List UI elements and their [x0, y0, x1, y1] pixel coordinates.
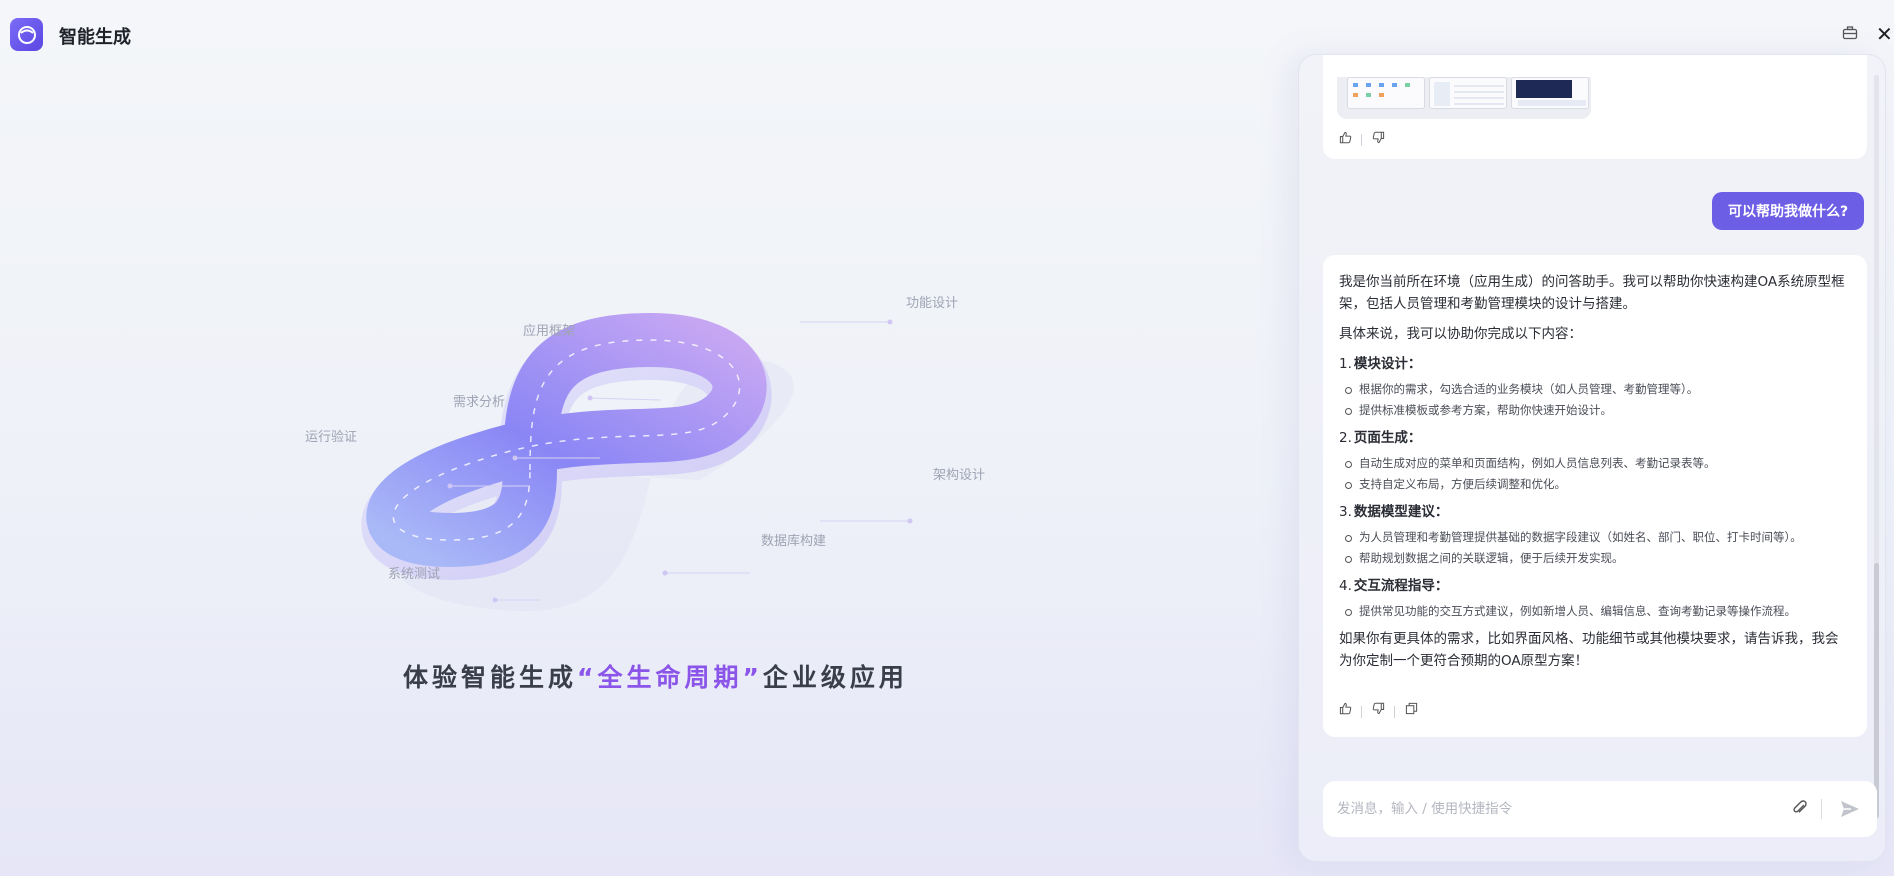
- answer-intro: 我是你当前所在环境（应用生成）的问答助手。我可以帮助你快速构建OA系统原型框架，…: [1339, 274, 1845, 312]
- copy-icon[interactable]: [1403, 701, 1419, 723]
- divider: [1361, 706, 1362, 718]
- list-item: 支持自定义布局，方便后续调整和优化。: [1345, 474, 1851, 495]
- list-item: 自动生成对应的菜单和页面结构，例如人员信息列表、考勤记录表等。: [1345, 453, 1851, 474]
- preview-thumbnails: [1337, 77, 1591, 119]
- message-input[interactable]: [1337, 795, 1777, 823]
- hero-title-prefix: 体验智能生成: [403, 663, 578, 692]
- scrollbar-thumb[interactable]: [1874, 563, 1879, 818]
- list-item: 提供标准模板或参考方案，帮助你快速开始设计。: [1345, 400, 1851, 421]
- hero-title-suffix: 企业级应用: [762, 663, 908, 692]
- app-title: 智能生成: [59, 27, 131, 48]
- paperclip-icon[interactable]: [1791, 799, 1809, 817]
- hero-section: 应用框架 功能设计 需求分析 运行验证 架构设计 数据库构建 系统测试 体验智能…: [0, 70, 1290, 876]
- preview-thumbnail[interactable]: [1511, 77, 1589, 109]
- thumbs-up-icon[interactable]: [1337, 701, 1353, 723]
- preview-thumbnail[interactable]: [1429, 77, 1507, 109]
- feedback-bar: [1337, 701, 1419, 723]
- section-heading: 3. 数据模型建议：: [1339, 504, 1449, 520]
- section-list: 提供常见功能的交互方式建议，例如新增人员、编辑信息、查询考勤记录等操作流程。: [1339, 601, 1851, 622]
- stage-label-run-validation: 运行验证: [305, 430, 358, 445]
- divider: [1361, 133, 1362, 146]
- divider: [1821, 799, 1822, 819]
- list-item: 提供常见功能的交互方式建议，例如新增人员、编辑信息、查询考勤记录等操作流程。: [1345, 601, 1851, 622]
- section-heading: 4. 交互流程指导：: [1339, 578, 1449, 594]
- toolbox-icon[interactable]: [1842, 25, 1860, 43]
- stage-label-system-test: 系统测试: [388, 567, 441, 582]
- stage-label-database-build: 数据库构建: [761, 534, 827, 549]
- section-list: 为人员管理和考勤管理提供基础的数据字段建议（如姓名、部门、职位、打卡时间等）。 …: [1339, 527, 1851, 569]
- close-icon[interactable]: ✕: [1876, 24, 1894, 44]
- stage-label-app-framework: 应用框架: [523, 324, 576, 339]
- app-logo-icon: [10, 18, 43, 51]
- section-list: 自动生成对应的菜单和页面结构，例如人员信息列表、考勤记录表等。 支持自定义布局，…: [1339, 453, 1851, 495]
- stage-label-requirement-analysis: 需求分析: [453, 395, 506, 410]
- message-input-box: [1323, 781, 1877, 837]
- answer-lead: 具体来说，我可以协助你完成以下内容：: [1339, 326, 1582, 342]
- thumbs-up-icon[interactable]: [1337, 131, 1353, 148]
- lifecycle-infinity-graphic: [361, 313, 913, 612]
- list-item: 为人员管理和考勤管理提供基础的数据字段建议（如姓名、部门、职位、打卡时间等）。: [1345, 527, 1851, 548]
- preview-thumbnail[interactable]: [1347, 77, 1425, 109]
- feedback-bar: [1337, 131, 1386, 148]
- list-item: 根据你的需求，勾选合适的业务模块（如人员管理、考勤管理等）。: [1345, 379, 1851, 400]
- list-item: 帮助规划数据之间的关联逻辑，便于后续开发实现。: [1345, 548, 1851, 569]
- hero-title: 体验智能生成“全生命周期”企业级应用: [403, 658, 908, 694]
- stage-label-architecture-design: 架构设计: [933, 468, 986, 483]
- user-message-bubble: 可以帮助我做什么?: [1712, 192, 1865, 230]
- divider: [1394, 706, 1395, 718]
- hero-title-highlight: “全生命周期”: [577, 663, 763, 692]
- thumbs-down-icon[interactable]: [1370, 131, 1386, 148]
- section-heading: 1. 模块设计：: [1339, 356, 1422, 372]
- answer-outro: 如果你有更具体的需求，比如界面风格、功能细节或其他模块要求，请告诉我，我会为你定…: [1339, 631, 1839, 669]
- thumbs-down-icon[interactable]: [1370, 701, 1386, 723]
- assistant-answer-card: 我是你当前所在环境（应用生成）的问答助手。我可以帮助你快速构建OA系统原型框架，…: [1323, 255, 1867, 737]
- section-heading: 2. 页面生成：: [1339, 430, 1422, 446]
- stage-label-feature-design: 功能设计: [906, 296, 959, 311]
- chat-panel: 可以帮助我做什么? 我是你当前所在环境（应用生成）的问答助手。我可以帮助你快速构…: [1298, 54, 1886, 862]
- previous-answer-card: [1323, 55, 1867, 159]
- send-icon[interactable]: [1839, 798, 1861, 820]
- section-list: 根据你的需求，勾选合适的业务模块（如人员管理、考勤管理等）。 提供标准模板或参考…: [1339, 379, 1851, 421]
